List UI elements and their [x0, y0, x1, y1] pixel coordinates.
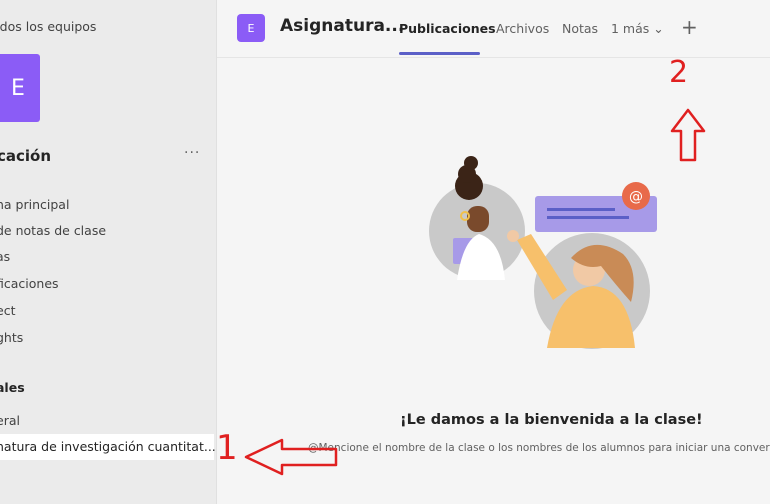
nav-reflect[interactable]: ect [0, 303, 15, 318]
nav-insights[interactable]: ghts [0, 330, 23, 345]
tab-posts[interactable]: Publicaciones [399, 21, 496, 36]
active-tab-indicator [399, 52, 480, 55]
team-sidebar: odos los equipos E cación ··· na princip… [0, 0, 217, 504]
channel-general[interactable]: eral [0, 413, 20, 428]
tab-files[interactable]: Archivos [496, 21, 549, 36]
channel-subject[interactable]: natura de investigación cuantitat... [0, 434, 216, 460]
nav-home-page[interactable]: na principal [0, 197, 69, 212]
add-tab-icon[interactable]: + [681, 15, 698, 39]
welcome-title: ¡Le damos a la bienvenida a la clase! [400, 412, 703, 428]
nav-assignments[interactable]: as [0, 249, 10, 264]
nav-grades[interactable]: ficaciones [0, 276, 59, 291]
header-team-avatar: E [237, 14, 265, 42]
channel-header: E Asignatura... Publicaciones Archivos N… [217, 0, 770, 58]
nav-class-notebook[interactable]: de notas de clase [0, 223, 106, 238]
welcome-subtitle: @Mencione el nombre de la clase o los no… [308, 442, 770, 454]
tab-notes[interactable]: Notas [562, 21, 598, 36]
more-options-icon[interactable]: ··· [184, 145, 200, 161]
annotation-arrow-up-icon [670, 108, 706, 162]
annotation-number-1: 1 [216, 428, 238, 468]
channel-subject-label: natura de investigación cuantitat... [0, 439, 216, 454]
svg-text:@: @ [629, 189, 643, 205]
annotation-number-2: 2 [669, 55, 689, 90]
channel-title: Asignatura... [280, 16, 405, 36]
channels-label: ales [0, 380, 25, 395]
annotation-arrow-left-icon [244, 438, 338, 476]
team-name: cación [0, 147, 52, 165]
team-avatar: E [0, 54, 40, 122]
tab-more[interactable]: 1 más ⌄ [611, 21, 664, 36]
all-teams-link[interactable]: odos los equipos [0, 19, 96, 34]
